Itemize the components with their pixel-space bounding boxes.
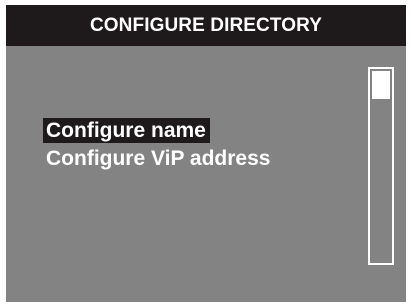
page-title: CONFIGURE DIRECTORY bbox=[89, 14, 323, 36]
menu-item-configure-vip-address[interactable]: Configure ViP address bbox=[43, 146, 274, 171]
menu-item-configure-name[interactable]: Configure name bbox=[43, 118, 210, 143]
scrollbar[interactable] bbox=[368, 67, 394, 265]
scrollbar-thumb[interactable] bbox=[372, 71, 390, 99]
title-bar: CONFIGURE DIRECTORY bbox=[6, 5, 406, 46]
device-screen: CONFIGURE DIRECTORY Configure name Confi… bbox=[6, 5, 406, 302]
